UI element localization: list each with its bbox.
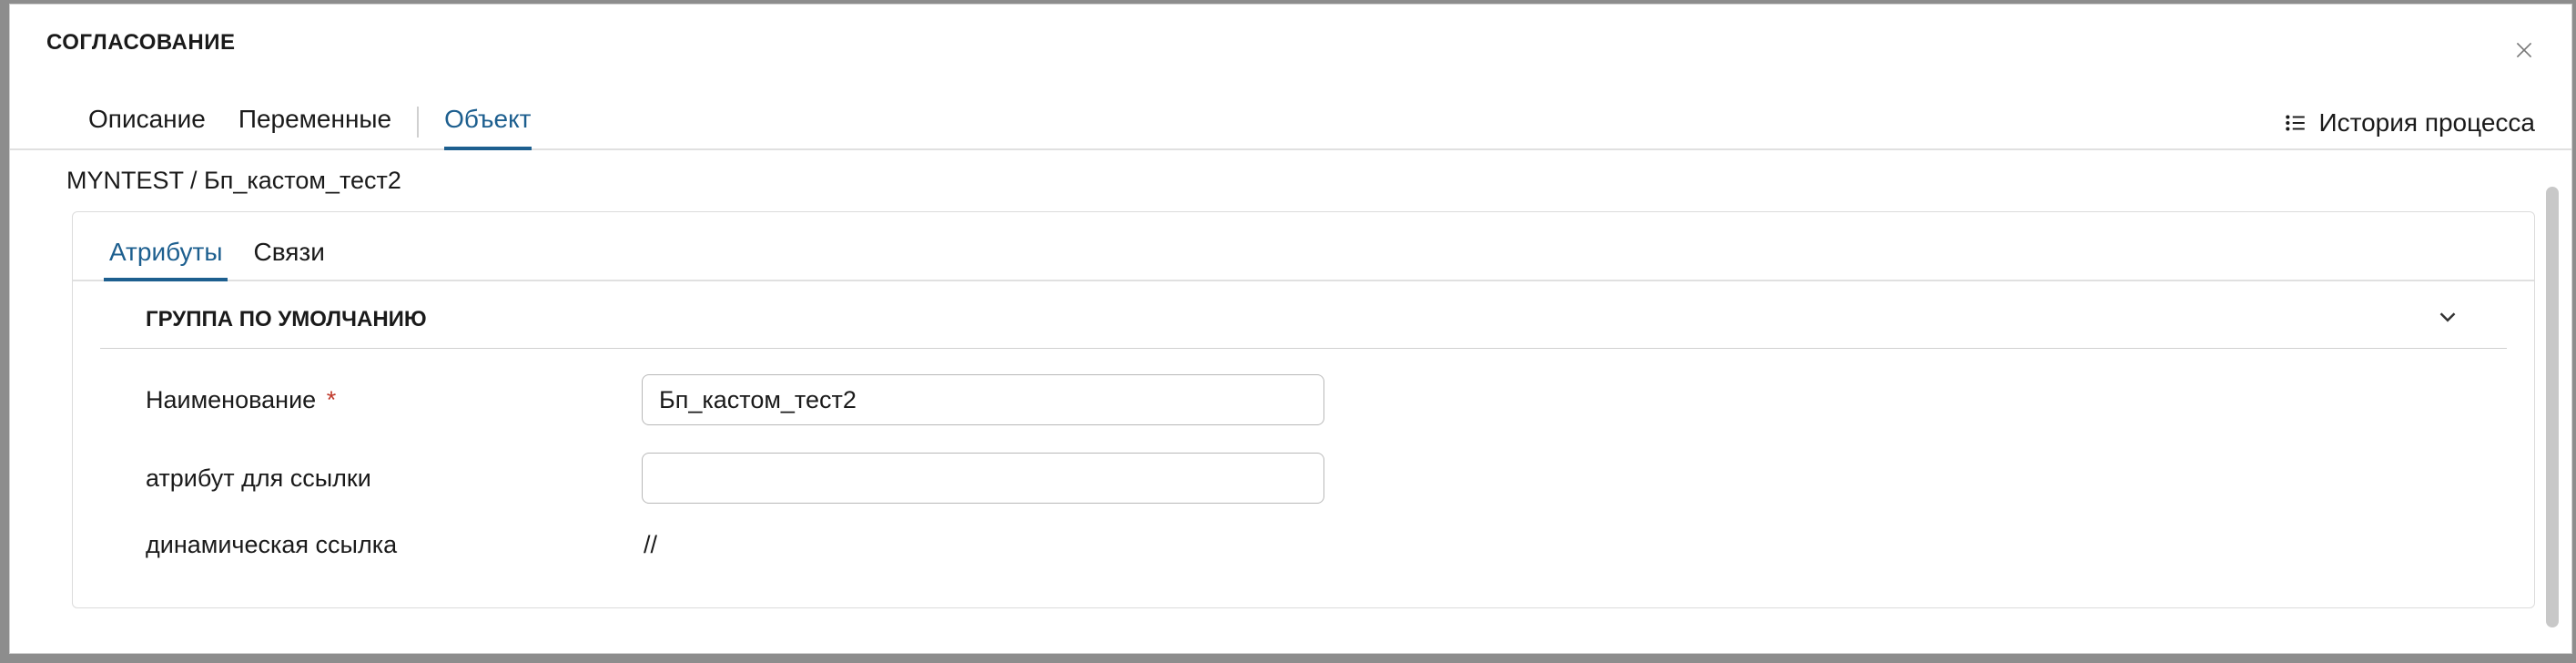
form-row-name: Наименование *	[146, 374, 2461, 425]
tab-description[interactable]: Описание	[72, 96, 222, 148]
close-icon	[2512, 38, 2536, 62]
main-tabs-row: Описание Переменные Объект История проце…	[10, 96, 2571, 150]
form-body: Наименование * атрибут для ссылки динами…	[73, 349, 2534, 559]
chevron-down-icon	[2434, 303, 2461, 331]
tab-variables[interactable]: Переменные	[222, 96, 408, 148]
required-indicator: *	[327, 386, 337, 413]
modal-header: СОГЛАСОВАНИЕ	[10, 5, 2571, 68]
link-attr-input[interactable]	[642, 453, 1324, 504]
scrollbar[interactable]	[2546, 187, 2559, 627]
form-row-link-attr: атрибут для ссылки	[146, 453, 2461, 504]
content-panel: Атрибуты Связи ГРУППА ПО УМОЛЧАНИЮ Наиме…	[72, 211, 2535, 608]
sub-tabs: Атрибуты Связи	[73, 212, 2534, 281]
list-icon	[2284, 111, 2307, 135]
history-link-label: История процесса	[2318, 108, 2535, 138]
name-label-text: Наименование	[146, 386, 316, 413]
history-link[interactable]: История процесса	[2284, 108, 2535, 148]
approval-modal: СОГЛАСОВАНИЕ Описание Переменные Объект …	[9, 4, 2572, 654]
tab-separator	[417, 107, 419, 138]
close-button[interactable]	[2511, 37, 2537, 63]
link-attr-label: атрибут для ссылки	[146, 464, 642, 493]
group-title: ГРУППА ПО УМОЛЧАНИЮ	[146, 307, 427, 332]
tab-object[interactable]: Объект	[428, 96, 547, 148]
collapse-toggle[interactable]	[2434, 303, 2461, 335]
name-label: Наименование *	[146, 386, 642, 414]
form-row-dynamic-link: динамическая ссылка //	[146, 531, 2461, 559]
group-header: ГРУППА ПО УМОЛЧАНИЮ	[100, 281, 2507, 349]
sub-tab-attributes[interactable]: Атрибуты	[102, 232, 229, 280]
modal-title: СОГЛАСОВАНИЕ	[46, 30, 235, 56]
sub-tab-links[interactable]: Связи	[246, 232, 331, 280]
name-input[interactable]	[642, 374, 1324, 425]
breadcrumb: MYNTEST / Бп_кастом_тест2	[10, 150, 2571, 211]
dynamic-link-value: //	[642, 531, 657, 559]
dynamic-link-label: динамическая ссылка	[146, 531, 642, 559]
main-tabs: Описание Переменные Объект	[72, 96, 548, 148]
